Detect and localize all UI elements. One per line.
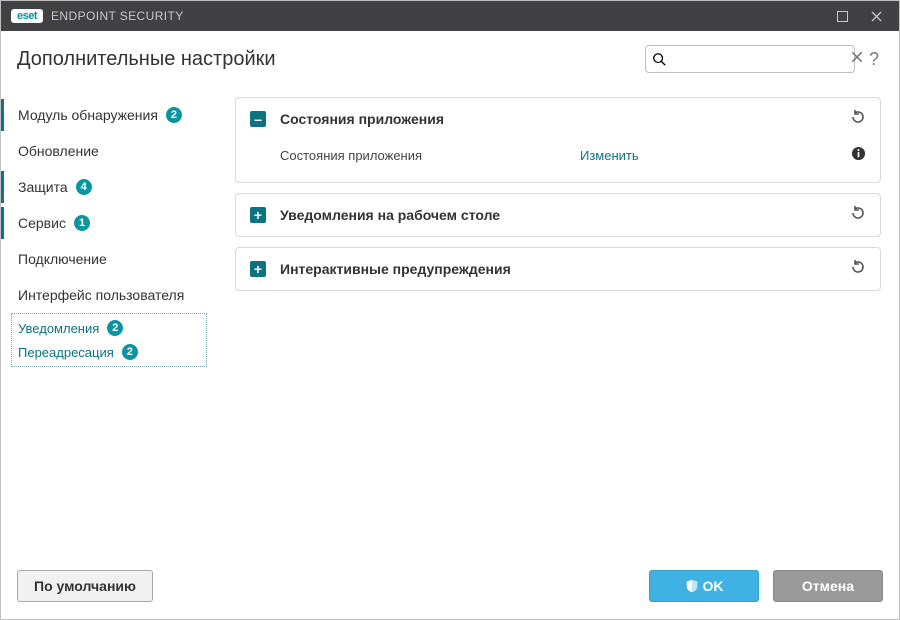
content-area: – Состояния приложения Состояния приложе… <box>221 79 899 563</box>
sidebar-sub-notifications[interactable]: Уведомления 2 <box>12 316 206 340</box>
search-box[interactable] <box>645 45 855 73</box>
brand-logo: eset <box>11 9 43 23</box>
close-icon <box>871 11 882 22</box>
expand-icon: + <box>250 261 266 277</box>
sidebar-item-label: Обновление <box>18 143 99 159</box>
app-title: ENDPOINT SECURITY <box>51 9 184 23</box>
panel-header[interactable]: + Уведомления на рабочем столе <box>236 194 880 236</box>
sidebar-item-label: Защита <box>18 179 68 195</box>
footer: По умолчанию OK Отмена <box>1 563 899 619</box>
setting-row: Состояния приложения Изменить <box>280 140 866 170</box>
setting-label: Состояния приложения <box>280 148 580 163</box>
undo-icon <box>850 109 866 125</box>
sidebar-item-label: Интерфейс пользователя <box>18 287 184 303</box>
default-button[interactable]: По умолчанию <box>17 570 153 602</box>
sidebar-item-ui[interactable]: Интерфейс пользователя <box>1 279 215 311</box>
search-input[interactable] <box>670 52 846 67</box>
count-badge: 1 <box>74 215 90 231</box>
info-icon <box>851 146 866 161</box>
sidebar-item-connection[interactable]: Подключение <box>1 243 215 275</box>
count-badge: 4 <box>76 179 92 195</box>
panel-title: Уведомления на рабочем столе <box>280 207 850 223</box>
info-button[interactable] <box>851 146 866 164</box>
app-window: eset ENDPOINT SECURITY Дополнительные на… <box>0 0 900 620</box>
close-icon <box>850 50 864 64</box>
count-badge: 2 <box>122 344 138 360</box>
panel-reset-button[interactable] <box>850 109 866 130</box>
sidebar-item-update[interactable]: Обновление <box>1 135 215 167</box>
panel-reset-button[interactable] <box>850 259 866 280</box>
sidebar-sub-forwarding[interactable]: Переадресация 2 <box>12 340 206 364</box>
edit-link[interactable]: Изменить <box>580 148 639 163</box>
sidebar-item-label: Сервис <box>18 215 66 231</box>
header-row: Дополнительные настройки ? <box>1 31 899 79</box>
window-maximize-button[interactable] <box>825 1 859 31</box>
panel-reset-button[interactable] <box>850 205 866 226</box>
undo-icon <box>850 205 866 221</box>
count-badge: 2 <box>107 320 123 336</box>
panel-header[interactable]: + Интерактивные предупреждения <box>236 248 880 290</box>
sidebar-item-label: Модуль обнаружения <box>18 107 158 123</box>
panel-title: Состояния приложения <box>280 111 850 127</box>
panel-title: Интерактивные предупреждения <box>280 261 850 277</box>
square-icon <box>837 11 848 22</box>
count-badge: 2 <box>166 107 182 123</box>
panel-desktop-notifications: + Уведомления на рабочем столе <box>235 193 881 237</box>
window-close-button[interactable] <box>859 1 893 31</box>
panel-app-states: – Состояния приложения Состояния приложе… <box>235 97 881 183</box>
panel-interactive-alerts: + Интерактивные предупреждения <box>235 247 881 291</box>
sidebar-item-label: Переадресация <box>18 345 114 360</box>
expand-icon: + <box>250 207 266 223</box>
search-clear-button[interactable] <box>850 50 864 69</box>
sidebar-subsection: Уведомления 2 Переадресация 2 <box>11 313 207 367</box>
sidebar-item-label: Подключение <box>18 251 107 267</box>
help-button[interactable]: ? <box>865 49 883 70</box>
search-icon <box>652 52 666 66</box>
sidebar-item-label: Уведомления <box>18 321 99 336</box>
panel-header[interactable]: – Состояния приложения <box>236 98 880 140</box>
ok-button[interactable]: OK <box>649 570 759 602</box>
undo-icon <box>850 259 866 275</box>
panel-body: Состояния приложения Изменить <box>236 140 880 182</box>
shield-icon <box>685 579 699 593</box>
cancel-button[interactable]: Отмена <box>773 570 883 602</box>
collapse-icon: – <box>250 111 266 127</box>
ok-button-label: OK <box>703 578 724 594</box>
page-title: Дополнительные настройки <box>17 48 645 71</box>
sidebar: Модуль обнаружения 2 Обновление Защита 4… <box>1 79 221 563</box>
sidebar-item-protection[interactable]: Защита 4 <box>1 171 215 203</box>
sidebar-item-tools[interactable]: Сервис 1 <box>1 207 215 239</box>
sidebar-item-detection[interactable]: Модуль обнаружения 2 <box>1 99 215 131</box>
titlebar: eset ENDPOINT SECURITY <box>1 1 899 31</box>
